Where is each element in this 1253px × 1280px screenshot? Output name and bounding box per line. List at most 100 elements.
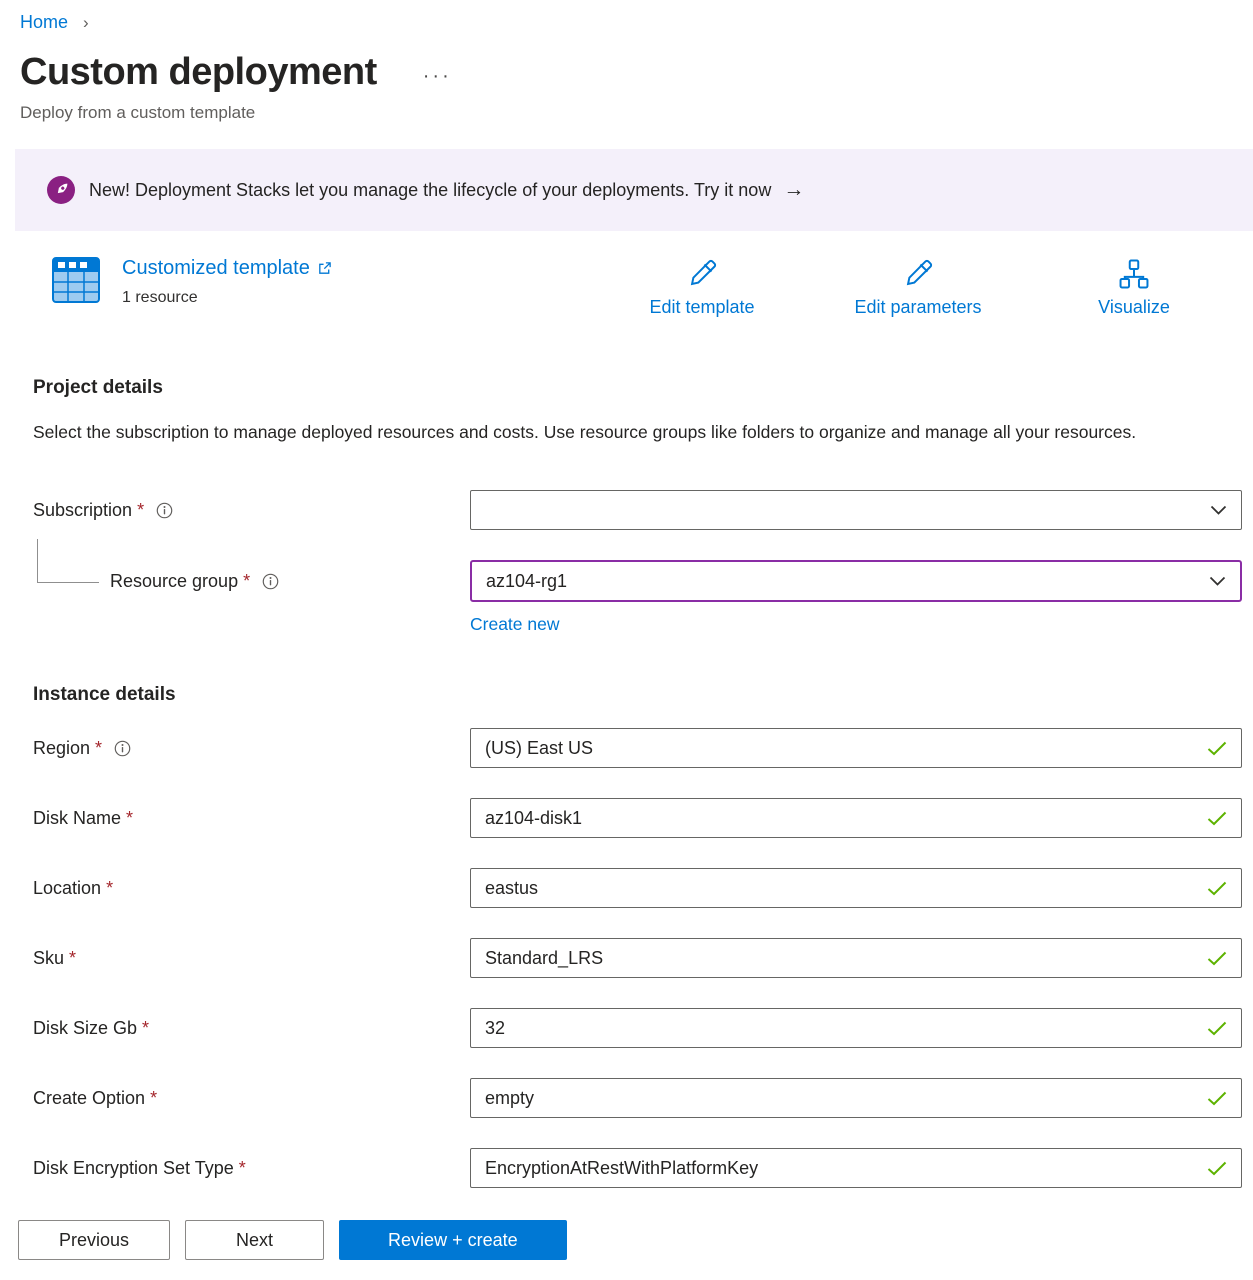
title-row: Custom deployment ··· [20, 49, 1253, 95]
required-asterisk: * [239, 1158, 246, 1179]
more-options-button[interactable]: ··· [423, 57, 452, 88]
edit-template-label: Edit template [649, 295, 754, 319]
create-new-link[interactable]: Create new [470, 614, 560, 634]
required-asterisk: * [106, 878, 113, 899]
location-row: Location * [33, 868, 1242, 908]
template-actions: Edit template Edit parameters [594, 257, 1242, 319]
location-label-col: Location * [33, 878, 470, 899]
resource-group-row: Resource group * az104-rg1 [33, 560, 1242, 602]
location-field [470, 868, 1242, 908]
required-asterisk: * [137, 500, 144, 521]
subscription-row: Subscription * [33, 490, 1242, 530]
sku-label-col: Sku * [33, 948, 470, 969]
required-asterisk: * [150, 1088, 157, 1109]
required-asterisk: * [243, 571, 250, 592]
region-input[interactable] [485, 729, 1197, 767]
disk-size-gb-label-col: Disk Size Gb * [33, 1018, 470, 1039]
template-info: Customized template 1 resource [122, 257, 332, 307]
location-input[interactable] [485, 869, 1197, 907]
sku-input[interactable] [485, 939, 1197, 977]
chevron-down-icon [1210, 505, 1227, 516]
disk-name-label: Disk Name [33, 808, 121, 829]
chevron-down-icon [1209, 576, 1226, 587]
review-create-button[interactable]: Review + create [339, 1220, 567, 1260]
external-link-icon [317, 261, 332, 276]
create-option-label-col: Create Option * [33, 1088, 470, 1109]
create-option-field [470, 1078, 1242, 1118]
disk-name-row: Disk Name * [33, 798, 1242, 838]
required-asterisk: * [95, 738, 102, 759]
resource-group-label: Resource group [110, 571, 238, 592]
valid-check-icon [1207, 741, 1227, 756]
region-row: Region * [33, 728, 1242, 768]
sku-row: Sku * [33, 938, 1242, 978]
disk-encryption-set-type-input[interactable] [485, 1149, 1197, 1187]
required-asterisk: * [69, 948, 76, 969]
subscription-label: Subscription [33, 500, 132, 521]
disk-size-gb-label: Disk Size Gb [33, 1018, 137, 1039]
subscription-label-col: Subscription * [33, 500, 470, 521]
custom-deployment-page: Home › Custom deployment ··· Deploy from… [0, 0, 1253, 1280]
disk-size-gb-row: Disk Size Gb * [33, 1008, 1242, 1048]
content-area: Home › Custom deployment ··· Deploy from… [0, 0, 1253, 1200]
region-label: Region [33, 738, 90, 759]
deployment-stacks-banner: New! Deployment Stacks let you manage th… [15, 149, 1253, 231]
region-field [470, 728, 1242, 768]
footer-bar: Previous Next Review + create [0, 1200, 1253, 1280]
region-input-col [470, 728, 1242, 768]
rocket-icon [47, 176, 75, 204]
visualize-button[interactable]: Visualize [1026, 257, 1242, 319]
project-details-description: Select the subscription to manage deploy… [33, 417, 1183, 448]
edit-parameters-button[interactable]: Edit parameters [810, 257, 1026, 319]
valid-check-icon [1207, 881, 1227, 896]
disk-encryption-set-type-field [470, 1148, 1242, 1188]
template-link-label: Customized template [122, 257, 310, 280]
edit-template-button[interactable]: Edit template [594, 257, 810, 319]
valid-check-icon [1207, 1021, 1227, 1036]
pencil-icon [900, 257, 936, 291]
subscription-select[interactable] [470, 490, 1242, 530]
resource-group-value: az104-rg1 [486, 571, 1199, 592]
subscription-input-col [470, 490, 1242, 530]
template-resource-count: 1 resource [122, 289, 332, 307]
valid-check-icon [1207, 811, 1227, 826]
breadcrumb: Home › [0, 0, 1253, 35]
create-option-row: Create Option * [33, 1078, 1242, 1118]
required-asterisk: * [126, 808, 133, 829]
try-it-now-arrow-icon[interactable]: → [783, 178, 804, 202]
disk-encryption-set-type-input-col [470, 1148, 1242, 1188]
disk-size-gb-field [470, 1008, 1242, 1048]
disk-name-input[interactable] [485, 799, 1197, 837]
info-icon[interactable] [262, 573, 279, 590]
page-subtitle: Deploy from a custom template [20, 101, 1253, 125]
visualize-label: Visualize [1098, 295, 1170, 319]
disk-size-gb-input[interactable] [485, 1009, 1197, 1047]
template-left: Customized template 1 resource [52, 257, 332, 308]
previous-button[interactable]: Previous [18, 1220, 170, 1260]
pencil-icon [684, 257, 720, 291]
location-label: Location [33, 878, 101, 899]
disk-name-label-col: Disk Name * [33, 808, 470, 829]
create-option-label: Create Option [33, 1088, 145, 1109]
template-icon [52, 257, 100, 308]
disk-encryption-set-type-row: Disk Encryption Set Type * [33, 1148, 1242, 1188]
next-button[interactable]: Next [185, 1220, 324, 1260]
required-asterisk: * [142, 1018, 149, 1039]
valid-check-icon [1207, 1161, 1227, 1176]
info-icon[interactable] [114, 740, 131, 757]
valid-check-icon [1207, 951, 1227, 966]
edit-parameters-label: Edit parameters [854, 295, 981, 319]
info-icon[interactable] [156, 502, 173, 519]
instance-details-heading: Instance details [33, 682, 1253, 708]
customized-template-link[interactable]: Customized template [122, 257, 332, 280]
create-option-input[interactable] [485, 1079, 1197, 1117]
sku-field [470, 938, 1242, 978]
resource-group-input-col: az104-rg1 [470, 560, 1242, 602]
breadcrumb-home-link[interactable]: Home [20, 12, 68, 32]
disk-encryption-set-type-label-col: Disk Encryption Set Type * [33, 1158, 470, 1179]
disk-size-gb-input-col [470, 1008, 1242, 1048]
tree-connector-line [37, 561, 99, 601]
resource-group-select[interactable]: az104-rg1 [470, 560, 1242, 602]
breadcrumb-separator-icon: › [83, 13, 89, 32]
disk-encryption-set-type-label: Disk Encryption Set Type [33, 1158, 234, 1179]
